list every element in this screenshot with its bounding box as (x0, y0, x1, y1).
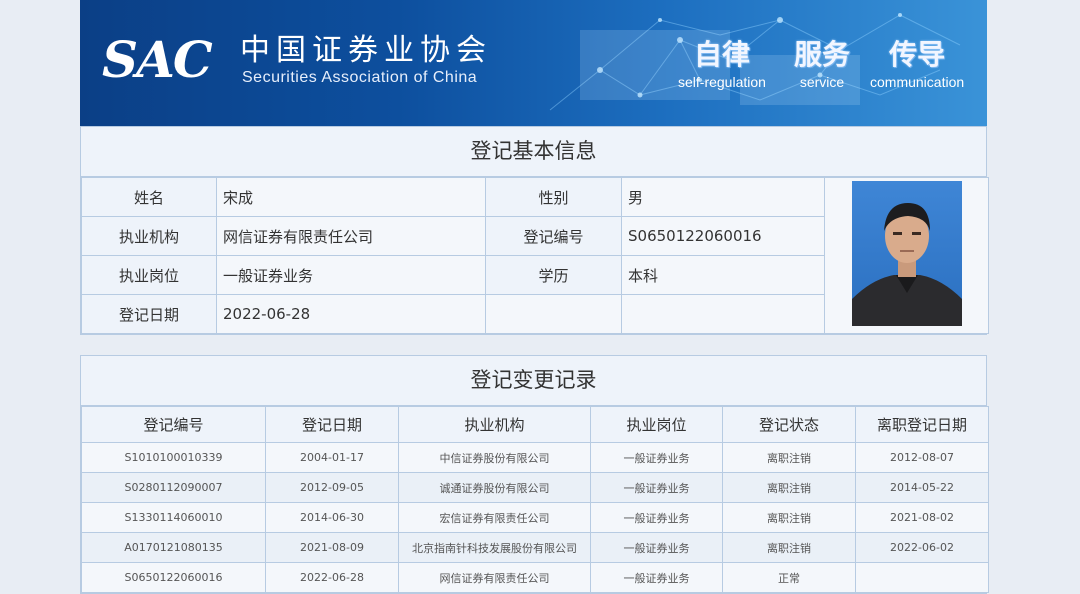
table-row: S0650122060016 2022-06-28 网信证券有限责任公司 一般证… (81, 562, 989, 593)
motto-en: service (799, 74, 845, 90)
column-header: 登记状态 (722, 406, 856, 443)
table-cell: 网信证券有限责任公司 (398, 562, 591, 593)
table-row: S1330114060010 2014-06-30 宏信证券有限责任公司 一般证… (81, 502, 989, 533)
institution-value: 网信证券有限责任公司 (216, 216, 486, 256)
table-cell: 2012-08-07 (855, 442, 989, 473)
table-cell: 2022-06-28 (265, 562, 399, 593)
gender-label: 性别 (485, 177, 622, 217)
table-cell: S0650122060016 (81, 562, 266, 593)
name-label: 姓名 (81, 177, 217, 217)
table-cell: 离职注销 (722, 442, 856, 473)
table-cell: 2014-06-30 (265, 502, 399, 533)
table-cell: 2012-09-05 (265, 472, 399, 503)
page-container: SAC 中国证券业协会 Securities Association of Ch… (80, 0, 989, 594)
basic-info-title: 登记基本信息 (81, 127, 986, 177)
table-cell: 北京指南针科技发展股份有限公司 (398, 532, 591, 563)
motto-communication: 传导 communication (870, 38, 964, 90)
network-background-graphic (549, 13, 961, 111)
table-cell: 正常 (722, 562, 856, 593)
motto-cn: 服务 (794, 38, 851, 71)
empty-cell (485, 294, 622, 334)
table-header-row: 登记编号 登记日期 执业机构 执业岗位 登记状态 离职登记日期 (81, 406, 989, 443)
motto-self-regulation: 自律 self-regulation (678, 38, 766, 90)
education-label: 学历 (485, 255, 622, 295)
table-row: A0170121080135 2021-08-09 北京指南针科技发展股份有限公… (81, 532, 989, 563)
column-header: 登记日期 (265, 406, 399, 443)
table-cell: 离职注销 (722, 472, 856, 503)
table-row: S1010100010339 2004-01-17 中信证券股份有限公司 一般证… (81, 442, 989, 473)
change-records-table: 登记编号 登记日期 执业机构 执业岗位 登记状态 离职登记日期 S1010100… (81, 406, 989, 593)
table-cell: S0280112090007 (81, 472, 266, 503)
gender-value: 男 (621, 177, 825, 217)
change-records-panel: 登记变更记录 登记编号 登记日期 执业机构 执业岗位 登记状态 离职登记日期 S… (80, 355, 989, 594)
motto-cn: 传导 (889, 38, 946, 71)
table-cell (855, 562, 989, 593)
org-name-en: Securities Association of China (242, 69, 478, 86)
header-banner: SAC 中国证券业协会 Securities Association of Ch… (80, 0, 987, 126)
basic-info-panel: 登记基本信息 姓名 宋成 性别 男 执业机构 网信证券有限责任公司 登记编号 S… (80, 126, 989, 335)
position-value: 一般证券业务 (216, 255, 486, 295)
table-cell: 离职注销 (722, 532, 856, 563)
motto-en: communication (870, 74, 965, 90)
position-label: 执业岗位 (81, 255, 217, 295)
table-cell: 一般证券业务 (590, 472, 723, 503)
table-cell: 2004-01-17 (265, 442, 399, 473)
table-cell: 2014-05-22 (855, 472, 989, 503)
table-cell: 一般证券业务 (590, 532, 723, 563)
education-value: 本科 (621, 255, 825, 295)
reg-no-value: S0650122060016 (621, 216, 825, 256)
table-cell: 2021-08-09 (265, 532, 399, 563)
motto-cn: 自律 (693, 38, 750, 71)
reg-date-value: 2022-06-28 (216, 294, 486, 334)
basic-info-table: 姓名 宋成 性别 男 执业机构 网信证券有限责任公司 登记编号 S0650122… (81, 177, 989, 334)
table-cell: 一般证券业务 (590, 442, 723, 473)
table-cell: 一般证券业务 (590, 562, 723, 593)
sac-logo[interactable]: SAC (102, 30, 213, 90)
table-cell: 2021-08-02 (855, 502, 989, 533)
table-cell: 离职注销 (722, 502, 856, 533)
change-records-title: 登记变更记录 (81, 356, 986, 406)
institution-label: 执业机构 (81, 216, 217, 256)
empty-cell (621, 294, 825, 334)
person-photo (851, 181, 962, 326)
reg-date-label: 登记日期 (81, 294, 217, 334)
reg-no-label: 登记编号 (485, 216, 622, 256)
table-cell: 宏信证券有限责任公司 (398, 502, 591, 533)
table-cell: 2022-06-02 (855, 532, 989, 563)
table-cell: 中信证券股份有限公司 (398, 442, 591, 473)
column-header: 执业岗位 (590, 406, 723, 443)
motto-service: 服务 service (794, 38, 850, 90)
name-value: 宋成 (216, 177, 486, 217)
table-cell: 一般证券业务 (590, 502, 723, 533)
motto-en: self-regulation (678, 74, 766, 90)
column-header: 执业机构 (398, 406, 591, 443)
photo-cell (824, 177, 989, 334)
table-cell: S1330114060010 (81, 502, 266, 533)
column-header: 离职登记日期 (855, 406, 989, 443)
column-header: 登记编号 (81, 406, 266, 443)
table-cell: S1010100010339 (81, 442, 266, 473)
table-row: S0280112090007 2012-09-05 诚通证券股份有限公司 一般证… (81, 472, 989, 503)
table-cell: A0170121080135 (81, 532, 266, 563)
org-name-cn: 中国证券业协会 (240, 33, 492, 68)
table-cell: 诚通证券股份有限公司 (398, 472, 591, 503)
